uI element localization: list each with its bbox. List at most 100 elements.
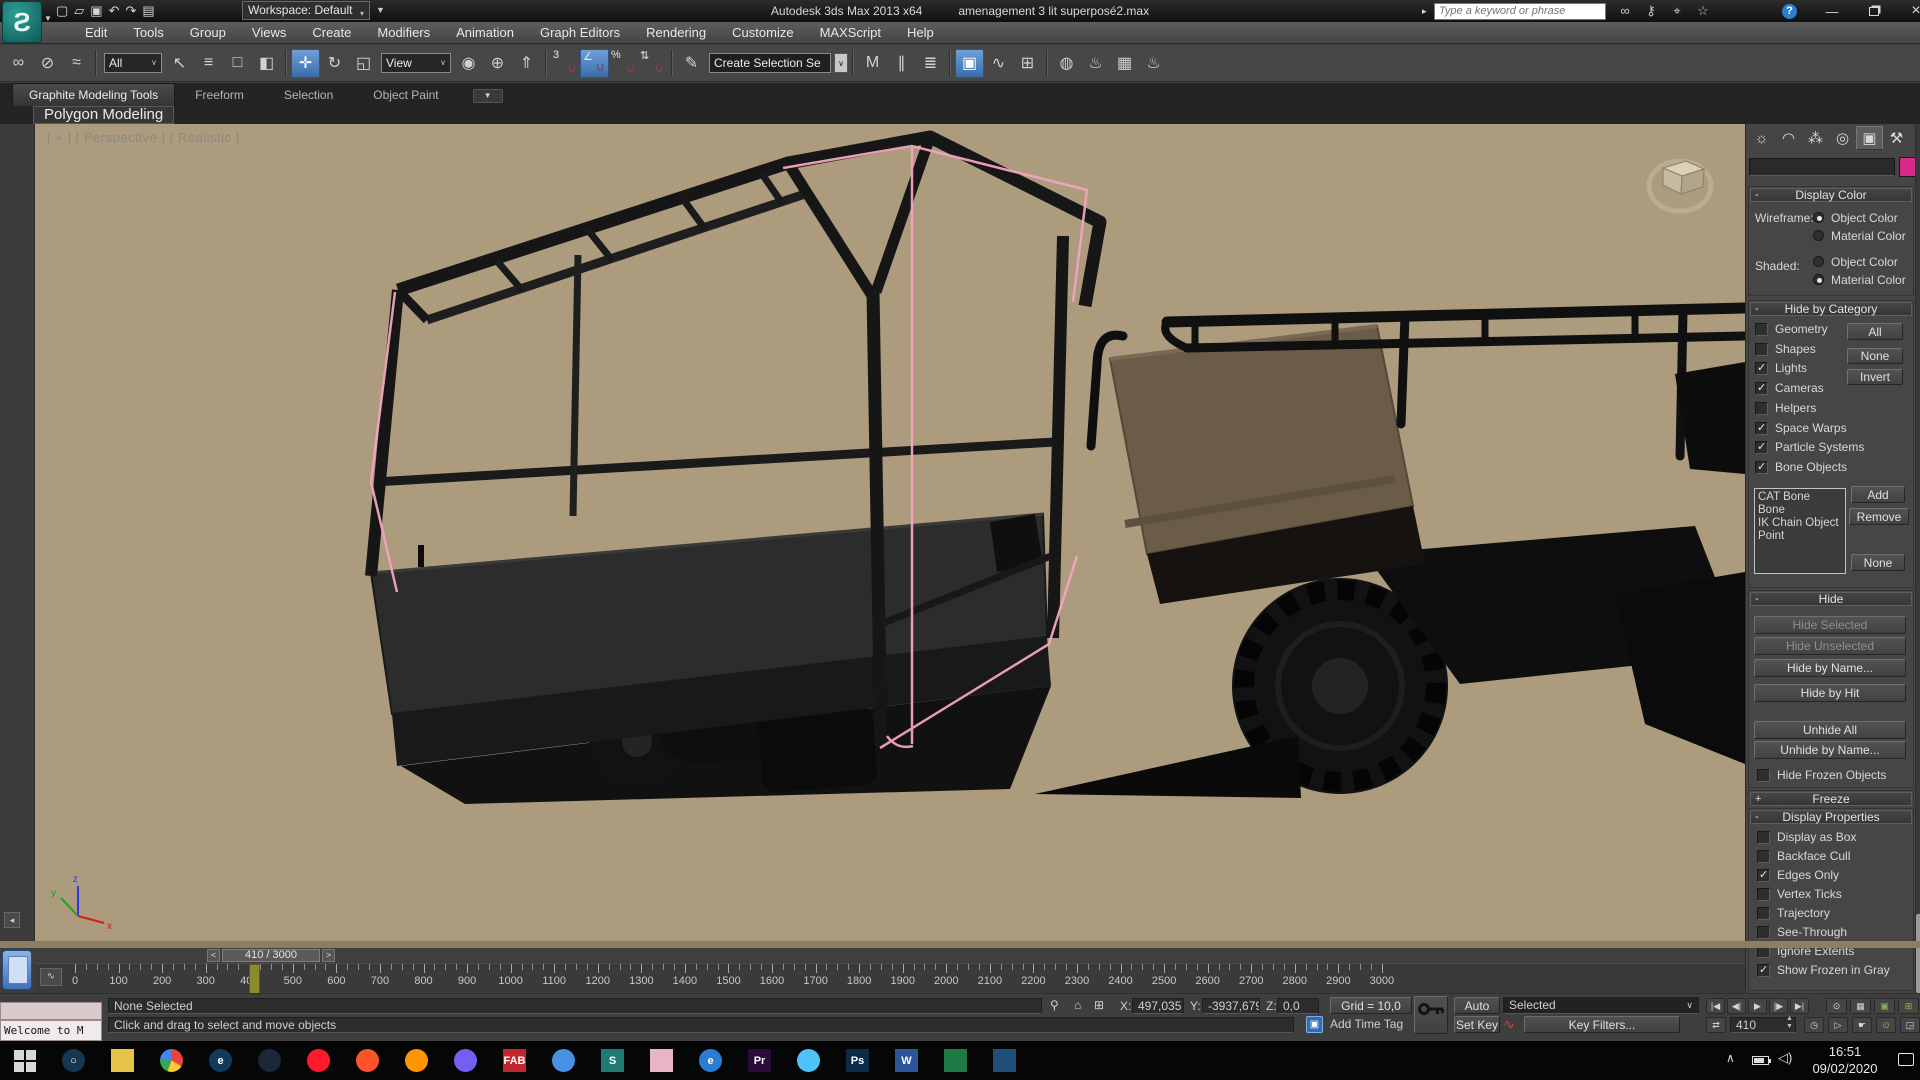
toolbar-button[interactable]: ∥: [887, 49, 916, 78]
display-property-checkbox[interactable]: [1757, 907, 1770, 920]
menu-item[interactable]: Customize: [719, 22, 806, 44]
toolbar-button[interactable]: ≡: [194, 49, 223, 78]
toolbar-button[interactable]: ◉: [454, 49, 483, 78]
rollout-header[interactable]: -Display Color: [1750, 188, 1912, 202]
quick-access-icon[interactable]: ▤: [142, 2, 154, 20]
list-item[interactable]: Point: [1758, 530, 1842, 543]
y-coordinate-field[interactable]: -3937,679: [1202, 998, 1260, 1014]
hide-action-button[interactable]: Hide by Hit: [1754, 684, 1906, 702]
toolbar-button[interactable]: ▣: [955, 49, 984, 78]
notification-center-icon[interactable]: [1898, 1053, 1914, 1066]
ribbon-tab[interactable]: Object Paint: [353, 84, 458, 106]
snap-toggle-button[interactable]: ⇅∩: [638, 49, 667, 78]
hide-action-button[interactable]: Unhide All: [1754, 721, 1906, 739]
taskbar-app-icon[interactable]: Pr: [748, 1049, 771, 1072]
play-animation[interactable]: ▶: [1748, 998, 1767, 1014]
command-panel-tab[interactable]: ⚒: [1883, 126, 1910, 150]
command-panel-tab[interactable]: ◎: [1829, 126, 1856, 150]
collapse-panel-button[interactable]: ◂: [4, 912, 20, 928]
set-keys-button[interactable]: [1414, 996, 1448, 1034]
rollout-header[interactable]: +Freeze: [1750, 792, 1912, 806]
playback-mode[interactable]: ▷: [1828, 1017, 1848, 1033]
toolbar-button[interactable]: ↖: [165, 49, 194, 78]
category-checkbox[interactable]: [1755, 402, 1768, 415]
maximize-viewport-toggle[interactable]: ◲: [1900, 1017, 1920, 1033]
time-slider[interactable]: 410 / 3000: [222, 949, 320, 962]
reference-coordinate-system-combo[interactable]: View∨: [381, 53, 451, 73]
taskbar-app-icon[interactable]: S: [601, 1049, 624, 1072]
menu-item[interactable]: Edit: [72, 22, 120, 44]
perspective-viewport[interactable]: z x y [ + ] [ Perspective ] [ Realistic …: [35, 124, 1745, 941]
default-in-out-tangents-icon[interactable]: ∿: [1503, 1016, 1515, 1032]
key-mode-toggle[interactable]: ⇄: [1706, 1017, 1726, 1033]
menu-item[interactable]: Modifiers: [364, 22, 443, 44]
battery-icon[interactable]: [1752, 1056, 1769, 1065]
taskbar-app-icon[interactable]: [797, 1049, 820, 1072]
rollout-header[interactable]: -Display Properties: [1750, 810, 1912, 824]
selection-lock-icon[interactable]: ⌂: [1074, 997, 1090, 1013]
selection-set-combo[interactable]: Selected∨: [1503, 997, 1699, 1014]
display-property-checkbox[interactable]: [1757, 888, 1770, 901]
list-item[interactable]: IK Chain Object: [1758, 517, 1842, 530]
category-invert-button[interactable]: Invert: [1847, 369, 1903, 385]
isolate-selection-icon[interactable]: ▣: [1306, 1016, 1323, 1033]
snap-toggle-button[interactable]: ∠∩: [580, 49, 609, 78]
toolbar-button[interactable]: ∿: [984, 49, 1013, 78]
viewport-label[interactable]: [ + ] [ Perspective ] [ Realistic ]: [47, 130, 240, 145]
start-button[interactable]: [14, 1050, 36, 1072]
transform-button[interactable]: ◱: [349, 49, 378, 78]
x-coordinate-field[interactable]: 497,035: [1132, 998, 1184, 1014]
display-property-checkbox[interactable]: [1757, 964, 1770, 977]
close-button[interactable]: ×: [1907, 2, 1920, 20]
display-property-checkbox[interactable]: [1757, 850, 1770, 863]
current-frame-marker[interactable]: [249, 964, 260, 993]
viewport-layout-button[interactable]: [2, 950, 32, 990]
quick-access-icon[interactable]: ▣: [90, 2, 102, 20]
named-selection-sets-button[interactable]: ✎: [677, 49, 706, 78]
quick-access-icon[interactable]: ▢: [56, 2, 68, 20]
toolbar-flyout-icon[interactable]: ▼: [376, 5, 385, 15]
infocenter-icon[interactable]: ⌖: [1664, 1, 1690, 21]
minimize-button[interactable]: —: [1823, 4, 1841, 19]
render-button[interactable]: ▦: [1110, 49, 1139, 78]
go-to-start[interactable]: |◀: [1706, 998, 1725, 1014]
hide-action-button[interactable]: Hide Selected: [1754, 616, 1906, 634]
category-checkbox[interactable]: [1755, 362, 1768, 375]
toolbar-button[interactable]: □: [223, 49, 252, 78]
next-frame-arrow[interactable]: >: [322, 949, 335, 962]
taskbar-app-icon[interactable]: [356, 1049, 379, 1072]
snap-toggle-button[interactable]: %∩: [609, 49, 638, 78]
taskbar-app-icon[interactable]: [454, 1049, 477, 1072]
toolbar-button[interactable]: ◧: [252, 49, 281, 78]
quick-access-icon[interactable]: ↷: [126, 2, 137, 20]
toolbar-button[interactable]: ⊘: [33, 49, 62, 78]
radio-wireframe-object-color[interactable]: [1813, 212, 1824, 223]
quick-access-icon[interactable]: ▱: [74, 2, 84, 20]
timeline-ruler[interactable]: 0100200300400500600700800900100011001200…: [35, 963, 1745, 993]
category-add-button[interactable]: Add: [1851, 486, 1905, 503]
category-checkbox[interactable]: [1755, 441, 1768, 454]
hide-action-button[interactable]: Hide by Name...: [1754, 659, 1906, 677]
previous-frame[interactable]: ◀|: [1727, 998, 1746, 1014]
taskbar-app-icon[interactable]: e: [699, 1049, 722, 1072]
category-checkbox[interactable]: [1755, 461, 1768, 474]
toolbar-button[interactable]: ≣: [916, 49, 945, 78]
application-menu-arrow-icon[interactable]: ▼: [44, 14, 52, 23]
zoom-tool[interactable]: ⊙: [1826, 998, 1847, 1014]
toolbar-button[interactable]: ≈: [62, 49, 91, 78]
category-none-button[interactable]: None: [1847, 348, 1903, 364]
taskbar-app-icon[interactable]: [258, 1049, 281, 1072]
menu-item[interactable]: Rendering: [633, 22, 719, 44]
orbit-view[interactable]: ⊙: [1876, 1017, 1896, 1033]
render-button[interactable]: ♨: [1139, 49, 1168, 78]
command-panel-tab[interactable]: ▣: [1856, 126, 1883, 150]
toolbar-button[interactable]: M: [858, 49, 887, 78]
zoom-extents-selected[interactable]: ▣: [1874, 998, 1895, 1014]
ribbon-tab[interactable]: Graphite Modeling Tools: [12, 83, 175, 106]
display-property-checkbox[interactable]: [1757, 926, 1770, 939]
taskbar-app-icon[interactable]: [944, 1049, 967, 1072]
set-key-button[interactable]: Set Key: [1454, 1016, 1500, 1033]
taskbar-app-icon[interactable]: [650, 1049, 673, 1072]
category-checkbox[interactable]: [1755, 343, 1768, 356]
search-input[interactable]: [1434, 3, 1606, 20]
